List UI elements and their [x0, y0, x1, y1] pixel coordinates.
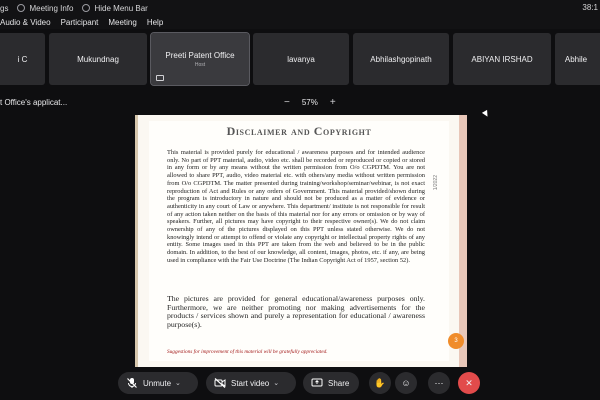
slide-title: Disclaimer and Copyright [226, 124, 372, 138]
meeting-info-label: Meeting Info [29, 3, 74, 13]
meeting-timer: 38:1 [582, 3, 598, 12]
hide-menu-icon [82, 4, 91, 12]
more-options-button[interactable]: ⋯ [428, 372, 450, 394]
topbar-item[interactable]: gs [0, 4, 8, 13]
share-button[interactable]: Share [303, 372, 359, 394]
meeting-info-button[interactable]: Meeting Info [17, 4, 73, 13]
participant-name: Abhilashgopinath [370, 54, 432, 64]
close-icon: ✕ [465, 377, 473, 388]
screen-share-icon [156, 75, 164, 81]
end-call-button[interactable]: ✕ [458, 372, 480, 394]
slide-right-edge [459, 115, 467, 367]
participant-tile-host[interactable]: Preeti Patent Office Host [150, 32, 250, 86]
video-off-icon [214, 377, 226, 389]
hand-icon: ✋ [374, 377, 386, 388]
participant-tile[interactable]: lavanya [253, 33, 349, 85]
participant-name: ABIYAN IRSHAD [471, 54, 533, 64]
mic-muted-icon [126, 377, 138, 389]
slide-paragraph-2: The pictures are provided for general ed… [167, 294, 425, 329]
topbar-label: gs [0, 3, 9, 13]
hide-menu-bar-label: Hide Menu Bar [94, 3, 148, 13]
emoji-icon: ☺ [401, 378, 411, 388]
zoom-out-button[interactable]: − [284, 97, 290, 108]
unmute-label: Unmute [143, 378, 172, 388]
slide-side-code: 1/2022 [433, 175, 439, 191]
page-number-badge: 3 [448, 333, 464, 349]
share-screen-icon [311, 377, 323, 389]
participant-name: i C [17, 54, 28, 64]
host-label: Host [194, 61, 206, 68]
participant-name: Mukundnag [77, 54, 119, 64]
shared-app-title: t Office's applicat... [0, 98, 68, 107]
slide-left-edge [135, 115, 138, 367]
hide-menu-bar-button[interactable]: Hide Menu Bar [82, 3, 148, 13]
slide-footnote: Suggestions for improvement of this mate… [167, 349, 328, 355]
share-label: Share [328, 378, 350, 388]
zoom-level: 57% [301, 98, 318, 107]
shared-slide: Disclaimer and Copyright This material i… [135, 115, 467, 367]
slide-content: Disclaimer and Copyright This material i… [149, 121, 464, 361]
menu-bar: Audio & Video Participant Meeting Help [0, 16, 600, 29]
share-header: t Office's applicat... − 57% + [0, 94, 600, 112]
participant-name: Abhile [564, 54, 588, 64]
chevron-down-icon: ⌄ [273, 380, 280, 387]
window-top-bar: gs Meeting Info Hide Menu Bar 38:1 [0, 0, 600, 16]
zoom-control: − 57% + [278, 97, 342, 108]
raise-hand-button[interactable]: ✋ [369, 372, 391, 394]
meeting-controls: Unmute ⌄ Start video ⌄ Share ✋ ☺ ⋯ ✕ [0, 372, 600, 400]
unmute-button[interactable]: Unmute ⌄ [118, 372, 198, 394]
participant-tile[interactable]: Mukundnag [49, 33, 147, 85]
chevron-down-icon: ⌄ [175, 380, 181, 387]
more-icon: ⋯ [434, 377, 444, 388]
participant-name: lavanya [287, 54, 315, 64]
meeting-window: { "topbar": { "left_items": [ { "label":… [0, 0, 600, 400]
participant-name: Preeti Patent Office [165, 50, 235, 60]
start-video-label: Start video [231, 378, 270, 388]
participant-tile[interactable]: Abhilashgopinath [353, 33, 449, 85]
menu-item-meeting[interactable]: Meeting [108, 18, 136, 27]
menu-item-audio-video[interactable]: Audio & Video [0, 18, 51, 27]
start-video-button[interactable]: Start video ⌄ [206, 372, 296, 394]
info-icon [17, 4, 26, 12]
participant-tile[interactable]: ABIYAN IRSHAD [453, 33, 551, 85]
participant-strip: i C Mukundnag Preeti Patent Office Host … [0, 31, 600, 86]
menu-item-participant[interactable]: Participant [61, 18, 99, 27]
slide-paragraph-1: This material is provided purely for edu… [167, 149, 425, 264]
zoom-in-button[interactable]: + [330, 97, 336, 108]
participant-tile[interactable]: i C [0, 33, 45, 85]
reactions-button[interactable]: ☺ [395, 372, 417, 394]
menu-item-help[interactable]: Help [147, 18, 163, 27]
participant-tile[interactable]: Abhile [555, 33, 600, 85]
